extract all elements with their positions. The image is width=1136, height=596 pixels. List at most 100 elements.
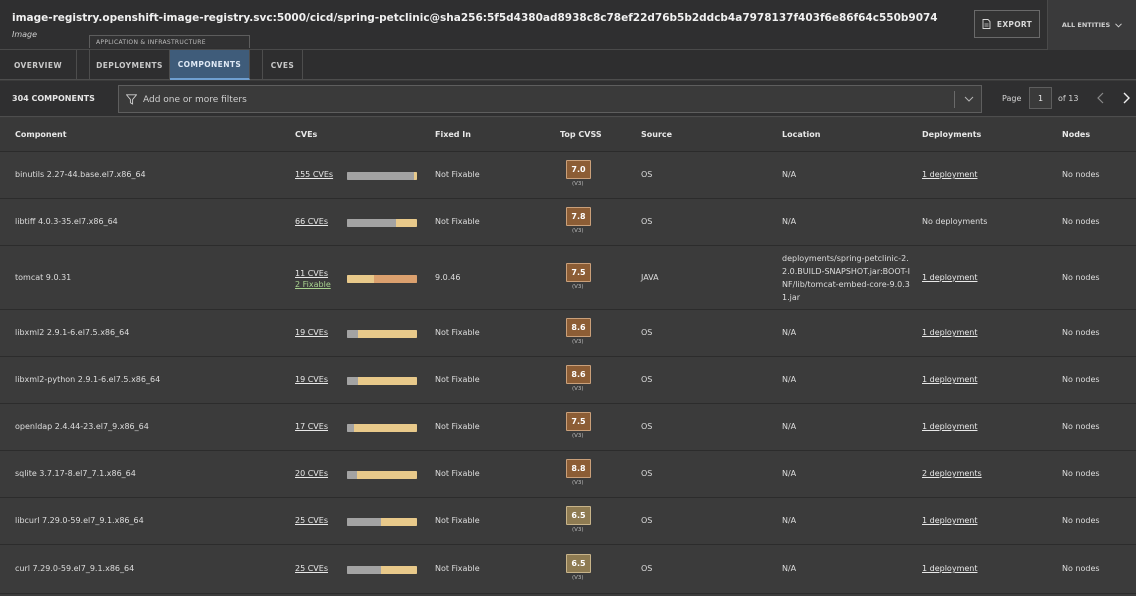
page-number-input[interactable] — [1029, 87, 1052, 109]
component-name: openldap 2.4.44-23.el7_9.x86_64 — [15, 422, 149, 431]
tab-components[interactable]: COMPONENTS — [170, 50, 250, 80]
table-row: curl 7.29.0-59.el7_9.1.x86_64 25 CVEs Not … — [0, 546, 1136, 594]
severity-bar — [347, 424, 417, 432]
deployments-link[interactable]: 1 deployment — [922, 375, 977, 384]
severity-segment-low — [347, 566, 381, 574]
source-type: OS — [641, 422, 653, 431]
severity-bar — [347, 219, 417, 227]
table-row: libtiff 4.0.3-35.el7.x86_64 66 CVEs Not Fi… — [0, 200, 1136, 246]
source-type: OS — [641, 469, 653, 478]
nodes-value: No nodes — [1062, 422, 1100, 431]
severity-segment-medium — [347, 274, 374, 283]
tab-overview[interactable]: OVERVIEW — [0, 50, 77, 80]
cve-count-link[interactable]: 20 CVEs — [295, 469, 328, 478]
cvss-score-badge: 8.6 — [566, 365, 591, 384]
chevron-left-icon[interactable] — [1096, 91, 1106, 105]
severity-segment-medium — [396, 219, 417, 227]
cvss-score-badge: 8.8 — [566, 459, 591, 478]
deployments-link[interactable]: 1 deployment — [922, 564, 977, 573]
fixed-in: Not Fixable — [435, 328, 480, 337]
cvss-score-badge: 6.5 — [566, 554, 591, 573]
fixed-in: Not Fixable — [435, 217, 480, 226]
filter-divider — [954, 91, 955, 108]
cve-count-link[interactable]: 155 CVEs — [295, 170, 333, 179]
deployments-link[interactable]: 1 deployment — [922, 422, 977, 431]
cvss-version: (V3) — [572, 181, 584, 187]
filter-input[interactable] — [143, 93, 943, 107]
source-type: OS — [641, 217, 653, 226]
column-cves[interactable]: CVEs — [295, 130, 317, 139]
cvss-score-badge: 6.5 — [566, 506, 591, 525]
severity-segment-low — [347, 518, 381, 526]
deployments-link[interactable]: 1 deployment — [922, 170, 977, 179]
tab-cves[interactable]: CVES — [262, 50, 303, 80]
column-source[interactable]: Source — [641, 130, 672, 139]
severity-segment-medium — [358, 377, 417, 385]
export-button[interactable]: EXPORT — [974, 10, 1040, 38]
nodes-value: No nodes — [1062, 564, 1100, 573]
column-deployments[interactable]: Deployments — [922, 130, 981, 139]
cve-count-link[interactable]: 25 CVEs — [295, 564, 328, 573]
deployments-link[interactable]: 1 deployment — [922, 516, 977, 525]
chevron-right-icon[interactable] — [1121, 91, 1131, 105]
page-total: of 13 — [1058, 94, 1079, 103]
cvss-score-badge: 7.0 — [566, 160, 591, 179]
fixed-in: Not Fixable — [435, 422, 480, 431]
severity-segment-low — [347, 330, 358, 338]
severity-bar — [347, 518, 417, 526]
column-location[interactable]: Location — [782, 130, 821, 139]
column-fixed-in[interactable]: Fixed In — [435, 130, 471, 139]
document-icon — [982, 19, 991, 29]
deployments-link[interactable]: 1 deployment — [922, 273, 977, 282]
cvss-version: (V3) — [572, 339, 584, 345]
nodes-value: No nodes — [1062, 272, 1100, 282]
table-row: binutils 2.27-44.base.el7.x86_64 155 CVEs… — [0, 153, 1136, 199]
cvss-version: (V3) — [572, 480, 584, 486]
severity-segment-medium — [381, 566, 417, 574]
fixed-in: Not Fixable — [435, 564, 480, 573]
cve-count-link[interactable]: 19 CVEs — [295, 375, 328, 384]
source-type: OS — [641, 516, 653, 525]
chevron-down-icon[interactable] — [964, 95, 974, 103]
severity-segment-high — [374, 274, 417, 283]
table-header: Component CVEs Fixed In Top CVSS Source … — [0, 118, 1136, 152]
filter-bar: 304 COMPONENTS Page of 13 — [0, 81, 1136, 117]
entities-dropdown[interactable]: ALL ENTITIES — [1047, 0, 1136, 50]
severity-bar — [347, 471, 417, 479]
cve-count-link[interactable]: 19 CVEs — [295, 328, 328, 337]
tab-group-label: APPLICATION & INFRASTRUCTURE — [89, 35, 250, 48]
location-path: N/A — [782, 375, 797, 384]
source-type: OS — [641, 170, 653, 179]
page-label: Page — [1002, 94, 1022, 103]
cve-count-link[interactable]: 66 CVEs — [295, 217, 328, 226]
location-path: N/A — [782, 516, 797, 525]
column-component[interactable]: Component — [15, 130, 67, 139]
filter-search[interactable] — [118, 85, 982, 113]
entities-label: ALL ENTITIES — [1061, 21, 1111, 29]
tab-bar: OVERVIEW DEPLOYMENTS COMPONENTS CVES — [0, 50, 1136, 80]
severity-segment-medium — [357, 471, 417, 479]
cvss-score-badge: 8.6 — [566, 318, 591, 337]
cve-count-link[interactable]: 25 CVEs — [295, 516, 328, 525]
cvss-version: (V3) — [572, 283, 584, 290]
fixable-count-link[interactable]: 2 Fixable — [295, 280, 331, 289]
cvss-version: (V3) — [572, 433, 584, 439]
cve-count-link[interactable]: 11 CVEs — [295, 269, 328, 278]
column-nodes[interactable]: Nodes — [1062, 130, 1090, 139]
column-top-cvss[interactable]: Top CVSS — [560, 130, 602, 139]
deployments-link[interactable]: 2 deployments — [922, 469, 982, 478]
table-row: tomcat 9.0.31 11 CVEs 2 Fixable 9.0.46 7.5 (V… — [0, 247, 1136, 310]
cve-count-link[interactable]: 17 CVEs — [295, 422, 328, 431]
component-name: libxml2 2.9.1-6.el7.5.x86_64 — [15, 328, 130, 337]
source-type: OS — [641, 564, 653, 573]
fixed-in: Not Fixable — [435, 170, 480, 179]
cvss-score-badge: 7.5 — [566, 412, 591, 431]
component-name: libtiff 4.0.3-35.el7.x86_64 — [15, 217, 118, 226]
nodes-value: No nodes — [1062, 170, 1100, 179]
deployments-link[interactable]: 1 deployment — [922, 328, 977, 337]
table-row: libxml2-python 2.9.1-6.el7.5.x86_64 19 CV… — [0, 358, 1136, 404]
table-row: libxml2 2.9.1-6.el7.5.x86_64 19 CVEs Not F… — [0, 311, 1136, 357]
component-name: libcurl 7.29.0-59.el7_9.1.x86_64 — [15, 516, 144, 525]
tab-deployments[interactable]: DEPLOYMENTS — [89, 50, 170, 80]
image-title: image-registry.openshift-image-registry.… — [12, 12, 938, 24]
